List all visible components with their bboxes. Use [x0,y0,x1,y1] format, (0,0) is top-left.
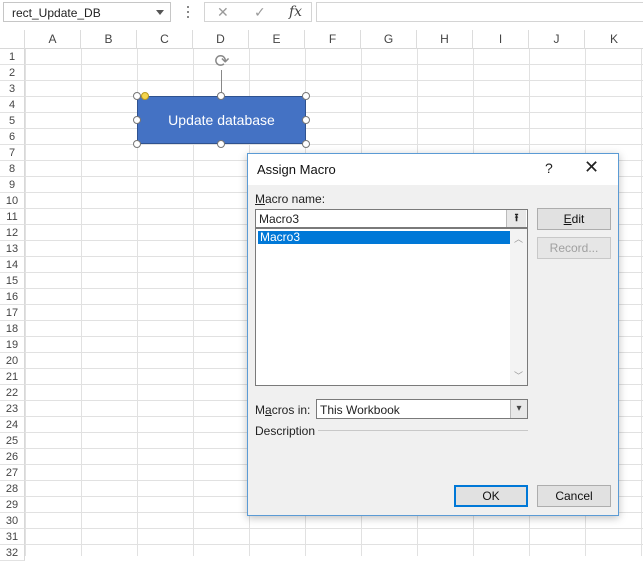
close-icon[interactable]: ✕ [584,157,599,178]
row-header[interactable]: 27 [0,465,25,481]
column-header[interactable]: I [473,30,529,49]
column-header[interactable]: B [81,30,137,49]
row-header[interactable]: 14 [0,257,25,273]
macro-name-value: Macro3 [259,212,300,226]
row-header[interactable]: 11 [0,209,25,225]
column-header[interactable]: F [305,30,361,49]
row-header[interactable]: 15 [0,273,25,289]
formula-bar-grip-icon[interactable] [187,6,190,20]
formula-bar-buttons: ✕ ✓ fx [204,2,312,22]
dialog-titlebar[interactable]: Assign Macro ? ✕ [248,154,618,185]
help-icon[interactable]: ? [545,160,553,176]
column-header[interactable]: J [529,30,585,49]
row-header[interactable]: 5 [0,113,25,129]
cancel-button[interactable]: Cancel [537,485,611,507]
dialog-title: Assign Macro [257,162,336,177]
row-header[interactable]: 31 [0,529,25,545]
select-all-corner[interactable] [0,30,25,49]
row-header[interactable]: 3 [0,81,25,97]
resize-handle-bottom[interactable] [217,140,225,148]
assign-macro-dialog: Assign Macro ? ✕ Macro name: Macro3 ⭱ Ma… [247,153,619,516]
insert-function-icon[interactable]: fx [289,4,302,20]
cancel-entry-icon[interactable]: ✕ [217,4,229,21]
row-header[interactable]: 30 [0,513,25,529]
macros-in-select[interactable]: This Workbook ▾ [316,399,528,419]
resize-handle-bottom-left[interactable] [133,140,141,148]
row-header[interactable]: 10 [0,193,25,209]
column-header[interactable]: A [25,30,81,49]
row-header[interactable]: 18 [0,321,25,337]
column-header[interactable]: D [193,30,249,49]
column-header-bar: A B C D E F G H I J K [0,30,643,49]
row-header[interactable]: 13 [0,241,25,257]
row-header[interactable]: 17 [0,305,25,321]
macro-name-label: Macro name: [255,192,326,206]
update-database-shape[interactable]: Update database [137,96,306,144]
row-header[interactable]: 26 [0,449,25,465]
column-header[interactable]: E [249,30,305,49]
row-header-bar: 1 2 3 4 5 6 7 8 9 10 11 12 13 14 15 16 1… [0,49,25,561]
row-header[interactable]: 24 [0,417,25,433]
row-header[interactable]: 7 [0,145,25,161]
name-box-dropdown-icon[interactable] [156,10,164,15]
resize-handle-left[interactable] [133,116,141,124]
scroll-up-icon[interactable]: ︿ [514,232,523,245]
row-header[interactable]: 29 [0,497,25,513]
resize-handle-top-left[interactable] [133,92,141,100]
resize-handle-top[interactable] [217,92,225,100]
row-header[interactable]: 16 [0,289,25,305]
adjust-handle[interactable] [141,92,149,100]
chevron-down-icon[interactable]: ▾ [510,400,527,418]
name-box[interactable]: rect_Update_DB [3,2,171,22]
macros-in-label: Macros in: [255,403,311,417]
macro-list-scrollbar[interactable]: ︿ ﹀ [510,229,527,385]
record-button[interactable]: Record... [537,237,611,259]
resize-handle-right[interactable] [302,116,310,124]
row-header[interactable]: 32 [0,545,25,561]
scroll-down-icon[interactable]: ﹀ [514,369,523,382]
rotate-handle-icon[interactable]: ⟳ [212,51,232,71]
macro-list[interactable]: Macro3 ︿ ﹀ [255,228,528,386]
row-header[interactable]: 8 [0,161,25,177]
resize-handle-bottom-right[interactable] [302,140,310,148]
description-divider [318,430,528,431]
collapse-dialog-icon[interactable]: ⭱ [506,210,526,227]
row-header[interactable]: 2 [0,65,25,81]
macro-name-input[interactable]: Macro3 [255,209,528,228]
row-header[interactable]: 9 [0,177,25,193]
column-header[interactable]: H [417,30,473,49]
row-header[interactable]: 25 [0,433,25,449]
row-header[interactable]: 20 [0,353,25,369]
edit-button[interactable]: Edit [537,208,611,230]
ok-button[interactable]: OK [454,485,528,507]
row-header[interactable]: 4 [0,97,25,113]
row-header[interactable]: 12 [0,225,25,241]
column-header[interactable]: K [585,30,643,49]
row-header[interactable]: 6 [0,129,25,145]
column-header[interactable]: C [137,30,193,49]
row-header[interactable]: 22 [0,385,25,401]
description-label: Description [255,424,316,438]
macro-list-item[interactable]: Macro3 [257,230,512,245]
formula-bar: rect_Update_DB ✕ ✓ fx [0,0,643,26]
row-header[interactable]: 23 [0,401,25,417]
formula-input[interactable] [316,2,643,22]
name-box-value: rect_Update_DB [12,6,101,20]
confirm-entry-icon[interactable]: ✓ [254,4,266,21]
row-header[interactable]: 28 [0,481,25,497]
row-header[interactable]: 1 [0,49,25,65]
column-header[interactable]: G [361,30,417,49]
macros-in-value: This Workbook [320,403,400,417]
row-header[interactable]: 21 [0,369,25,385]
resize-handle-top-right[interactable] [302,92,310,100]
row-header[interactable]: 19 [0,337,25,353]
